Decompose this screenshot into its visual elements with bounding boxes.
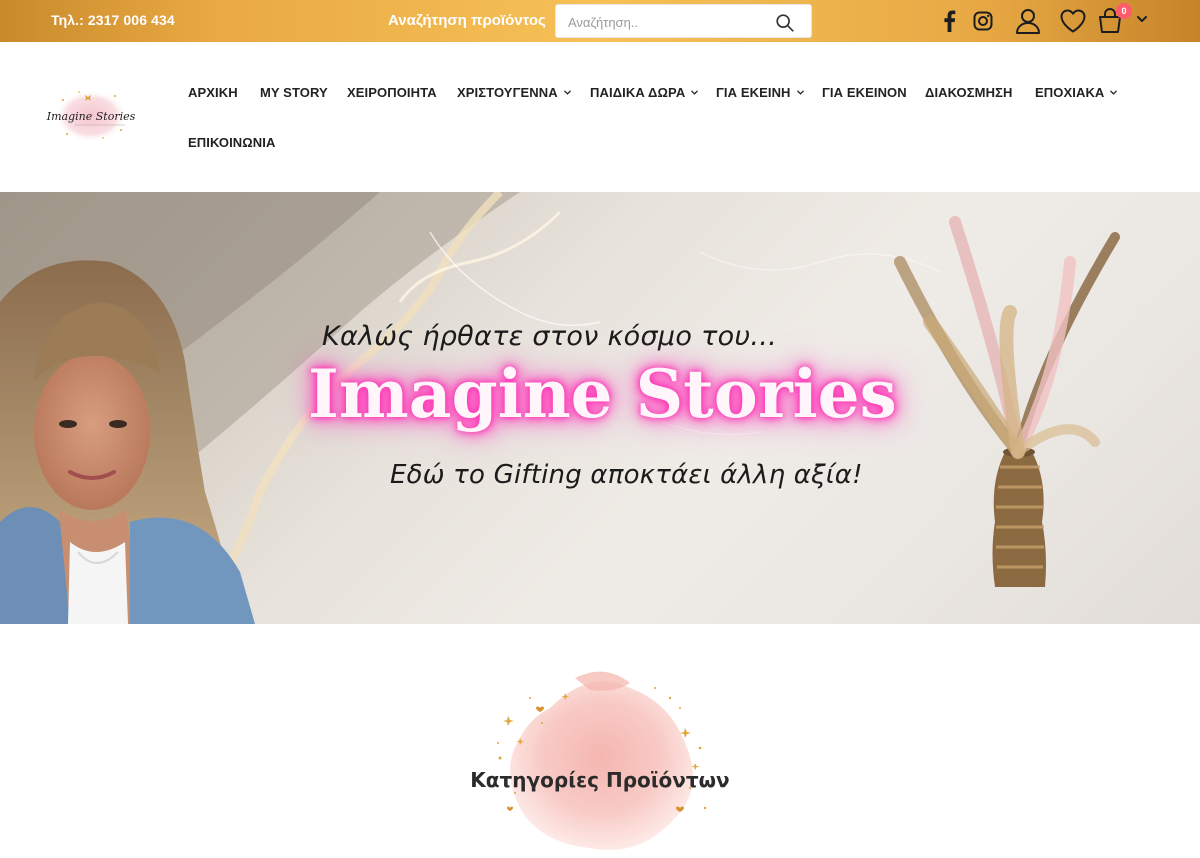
search-label: Αναζήτηση προϊόντος: [388, 12, 546, 29]
phone-number[interactable]: Τηλ.: 2317 006 434: [51, 12, 175, 28]
site-logo[interactable]: Imagine Stories: [45, 84, 137, 146]
wishlist-heart-icon[interactable]: [1059, 7, 1087, 35]
hero-tagline: Εδώ το Gifting αποκτάει άλλη αξία!: [390, 460, 863, 490]
user-account-icon[interactable]: [1014, 7, 1042, 35]
nav-item-label: ΠΑΙΔΙΚΑ ΔΩΡΑ: [590, 85, 686, 100]
hero-brand-title: Imagine Stories: [308, 355, 897, 433]
chevron-down-icon: [1110, 90, 1118, 95]
nav-item-label: ΓΙΑ ΕΚΕΙΝΟΝ: [822, 85, 907, 100]
search-icon[interactable]: [774, 12, 796, 34]
nav-item-contact[interactable]: ΕΠΙΚΟΙΝΩΝΙΑ: [188, 135, 276, 150]
nav-item-label: ΑΡΧΙΚΗ: [188, 85, 238, 100]
facebook-icon[interactable]: [941, 10, 957, 32]
watercolor-splash-decoration: [497, 671, 707, 850]
hero-welcome-text: Καλώς ήρθατε στον κόσμο του...: [322, 321, 778, 352]
chevron-down-icon: [691, 90, 699, 95]
nav-item-label: ΧΡΙΣΤΟΥΓΕΝΝΑ: [457, 85, 558, 100]
nav-item-label: ΕΠΟΧΙΑΚΑ: [1035, 85, 1105, 100]
product-categories-section: Κατηγορίες Προϊόντων: [0, 624, 1200, 850]
nav-item-decoration[interactable]: ΔΙΑΚΟΣΜΗΣΗ: [925, 85, 1012, 100]
nav-item-my-story[interactable]: MY STORY: [260, 85, 328, 100]
main-header: Imagine Stories ΑΡΧΙΚΗ MY STORY ΧΕΙΡΟΠΟΙ…: [0, 42, 1200, 192]
nav-item-home[interactable]: ΑΡΧΙΚΗ: [188, 85, 238, 100]
chevron-down-icon: [796, 90, 804, 95]
chevron-down-icon: [563, 90, 571, 95]
nav-item-label: ΓΙΑ ΕΚΕΙΝΗ: [716, 85, 791, 100]
nav-item-label: MY STORY: [260, 85, 328, 100]
instagram-icon[interactable]: [972, 10, 994, 32]
nav-item-kids-gifts[interactable]: ΠΑΙΔΙΚΑ ΔΩΡΑ: [590, 85, 699, 100]
nav-item-handmade[interactable]: ΧΕΙΡΟΠΟΙΗΤΑ: [347, 85, 437, 100]
hero-banner[interactable]: Καλώς ήρθατε στον κόσμο του... Imagine S…: [0, 192, 1200, 624]
nav-item-seasonal[interactable]: ΕΠΟΧΙΑΚΑ: [1035, 85, 1118, 100]
nav-item-label: ΧΕΙΡΟΠΟΙΗΤΑ: [347, 85, 437, 100]
search-input[interactable]: [568, 12, 768, 32]
cart-count-badge: 0: [1116, 3, 1132, 19]
nav-item-label: ΔΙΑΚΟΣΜΗΣΗ: [925, 85, 1013, 100]
nav-item-for-her[interactable]: ΓΙΑ ΕΚΕΙΝΗ: [716, 85, 805, 100]
logo-text: Imagine Stories: [46, 110, 136, 123]
top-bar: Τηλ.: 2317 006 434 Αναζήτηση προϊόντος 0: [0, 0, 1200, 42]
categories-title: Κατηγορίες Προϊόντων: [470, 768, 730, 792]
nav-item-for-him[interactable]: ΓΙΑ ΕΚΕΙΝΟΝ: [822, 85, 907, 100]
search-box: [555, 4, 812, 38]
nav-item-label: ΕΠΙΚΟΙΝΩΝΙΑ: [188, 135, 276, 150]
chevron-down-icon[interactable]: [1136, 13, 1148, 25]
nav-item-christmas[interactable]: ΧΡΙΣΤΟΥΓΕΝΝΑ: [457, 85, 572, 100]
